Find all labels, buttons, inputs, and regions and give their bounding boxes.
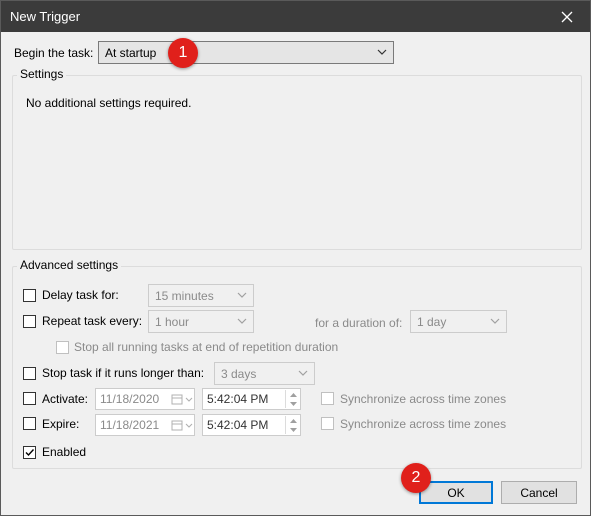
repeat-select[interactable]: 1 hour [148,310,254,333]
stop-longer-select[interactable]: 3 days [214,362,315,385]
expire-date-field[interactable]: 11/18/2021 [95,414,195,436]
expire-time-value: 5:42:04 PM [207,418,269,432]
activate-time-spinner[interactable] [285,390,299,408]
cancel-button-label: Cancel [520,485,558,500]
settings-group-title: Settings [17,67,67,81]
chevron-down-icon [237,318,247,324]
repeat-label: Repeat task every: [42,314,143,328]
cancel-button[interactable]: Cancel [501,481,577,504]
delay-select[interactable]: 15 minutes [148,284,254,307]
activate-checkbox[interactable] [23,392,36,405]
activate-time-field[interactable]: 5:42:04 PM [202,388,301,410]
spin-down-icon [289,427,297,432]
annotation-marker-1-text: 1 [178,44,188,61]
expire-label: Expire: [42,417,80,431]
expire-sync-label: Synchronize across time zones [340,417,507,431]
chevron-down-icon [298,370,308,376]
activate-calendar-button[interactable] [168,389,194,409]
delay-value: 15 minutes [155,288,214,303]
duration-label: for a duration of: [315,316,403,330]
repeat-value: 1 hour [155,314,190,329]
spin-up-icon [289,392,297,397]
checkmark-icon [25,449,35,457]
begin-task-label: Begin the task: [14,46,94,60]
ok-button-label: OK [447,485,465,500]
window-title: New Trigger [10,9,81,24]
enabled-checkbox[interactable] [23,446,36,459]
chevron-down-icon [185,397,193,402]
activate-sync-label: Synchronize across time zones [340,392,507,406]
ok-button[interactable]: OK [419,481,493,504]
annotation-marker-2-text: 2 [411,469,421,486]
spin-down-button[interactable] [286,425,300,434]
expire-sync-checkbox[interactable] [321,417,334,430]
stop-running-label: Stop all running tasks at end of repetit… [74,340,339,354]
stop-longer-checkbox[interactable] [23,367,36,380]
annotation-marker-1: 1 [168,38,198,68]
spin-down-icon [289,401,297,406]
duration-value: 1 day [417,314,447,329]
expire-date-value: 11/18/2021 [100,418,160,432]
spin-up-button[interactable] [286,390,300,399]
calendar-icon [171,420,183,431]
activate-date-value: 11/18/2020 [100,392,160,406]
activate-label: Activate: [42,392,89,406]
begin-task-select[interactable]: At startup [98,41,394,64]
activate-sync-checkbox[interactable] [321,392,334,405]
expire-time-spinner[interactable] [285,416,299,434]
chevron-down-icon [377,49,387,55]
advanced-settings-title: Advanced settings [17,258,122,272]
settings-message: No additional settings required. [26,96,192,110]
duration-select[interactable]: 1 day [410,310,507,333]
chevron-down-icon [490,318,500,324]
chevron-down-icon [185,423,193,428]
expire-calendar-button[interactable] [168,415,194,435]
enabled-label: Enabled [42,445,87,459]
expire-time-field[interactable]: 5:42:04 PM [202,414,301,436]
repeat-checkbox[interactable] [23,315,36,328]
annotation-marker-2: 2 [401,463,431,493]
delay-checkbox[interactable] [23,289,36,302]
chevron-down-icon [237,292,247,298]
stop-longer-value: 3 days [221,366,257,381]
calendar-icon [171,394,183,405]
begin-task-value: At startup [105,45,157,60]
activate-date-field[interactable]: 11/18/2020 [95,388,195,410]
stop-running-checkbox[interactable] [56,341,69,354]
spin-down-button[interactable] [286,399,300,408]
close-icon [561,11,573,22]
title-bar[interactable]: New Trigger [1,1,590,32]
stop-longer-label: Stop task if it runs longer than: [42,366,205,380]
new-trigger-dialog: New Trigger Begin the task: At startup S… [0,0,591,516]
close-button[interactable] [544,1,590,32]
spin-up-button[interactable] [286,416,300,425]
spin-up-icon [289,418,297,423]
expire-checkbox[interactable] [23,417,36,430]
delay-label: Delay task for: [42,288,119,302]
activate-time-value: 5:42:04 PM [207,392,269,406]
